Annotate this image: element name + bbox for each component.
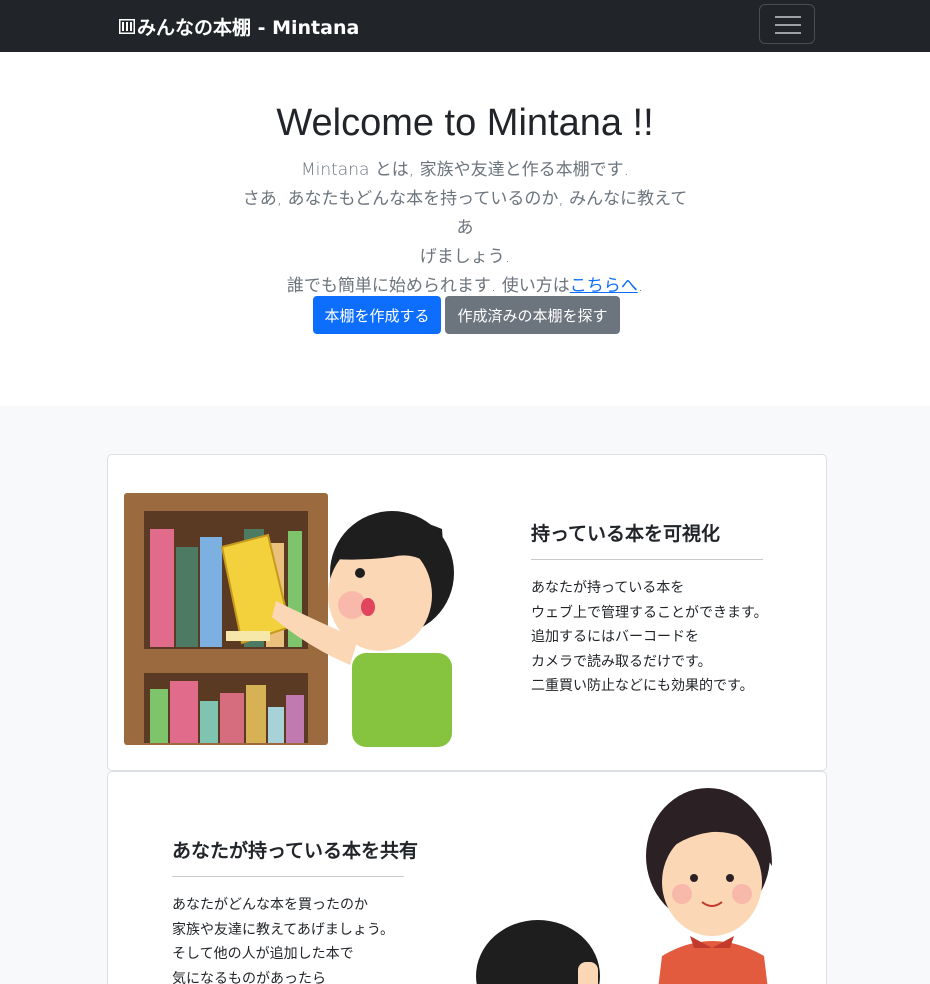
feature-card-visualize: 持っている本を可視化 あなたが持っている本を ウェブ上で管理することができます。…	[107, 454, 827, 771]
hero-lead: Mintana とは, 家族や友達と作る本棚です. さあ, あなたもどんな本を持…	[238, 156, 692, 301]
feature-description-line: 二重買い防止などにも効果的です。	[531, 678, 754, 694]
feature-description-line: そして他の人が追加した本で	[172, 946, 354, 962]
navbar-toggler-button[interactable]	[759, 4, 815, 44]
feature-description-line: 家族や友達に教えてあげましょう。	[172, 921, 395, 938]
bookshelf-icon	[119, 19, 135, 34]
feature-title: 持っている本を可視化	[531, 523, 721, 545]
hamburger-bar	[775, 24, 801, 26]
feature-divider	[531, 559, 763, 560]
hero-lead-suffix: .	[637, 276, 644, 296]
feature-card-share: あなたが持っている本を共有 あなたがどんな本を買ったのか 家族や友達に教えてあげ…	[107, 771, 827, 984]
hamburger-bar	[775, 32, 801, 34]
brand-text: みんなの本棚 - Mintana	[137, 17, 360, 39]
hero-section: Welcome to Mintana !! Mintana とは, 家族や友達と…	[0, 52, 930, 406]
hamburger-menu-icon	[775, 16, 801, 18]
feature-description: あなたがどんな本を買ったのか 家族や友達に教えてあげましょう。 そして他の人が追…	[172, 893, 394, 984]
usage-guide-link[interactable]: こちらへ	[570, 276, 638, 296]
brand-link[interactable]: みんなの本棚 - Mintana	[119, 13, 359, 40]
feature-divider	[172, 876, 404, 877]
navbar: みんなの本棚 - Mintana	[0, 0, 930, 52]
feature-description-line: ウェブ上で管理することができます。	[531, 604, 768, 621]
feature-description-line: カメラで読み取るだけです。	[531, 653, 712, 670]
find-bookshelf-button[interactable]: 作成済みの本棚を探す	[445, 296, 620, 334]
hero-lead-line: げましょう.	[419, 247, 511, 267]
feature-description-line: あなたがどんな本を買ったのか	[172, 897, 368, 913]
feature-description-line: 気になるものがあったら	[172, 970, 326, 984]
hero-lead-line: Mintana とは, 家族や友達と作る本棚です.	[300, 160, 630, 180]
feature-description-line: 追加するにはバーコードを	[531, 629, 699, 645]
sharing-illustration	[468, 786, 788, 984]
bookshelf-illustration	[122, 489, 457, 747]
create-bookshelf-button[interactable]: 本棚を作成する	[313, 296, 441, 334]
feature-description-line: あなたが持っている本を	[531, 580, 685, 596]
hero-lead-line: 誰でも簡単に始められます. 使い方は	[286, 276, 570, 296]
feature-title: あなたが持っている本を共有	[172, 840, 419, 862]
hero-title: Welcome to Mintana !!	[276, 102, 654, 144]
feature-description: あなたが持っている本を ウェブ上で管理することができます。 追加するにはバーコー…	[531, 576, 768, 699]
hero-lead-line: さあ, あなたもどんな本を持っているのか, みんなに教えてあ	[242, 189, 688, 238]
